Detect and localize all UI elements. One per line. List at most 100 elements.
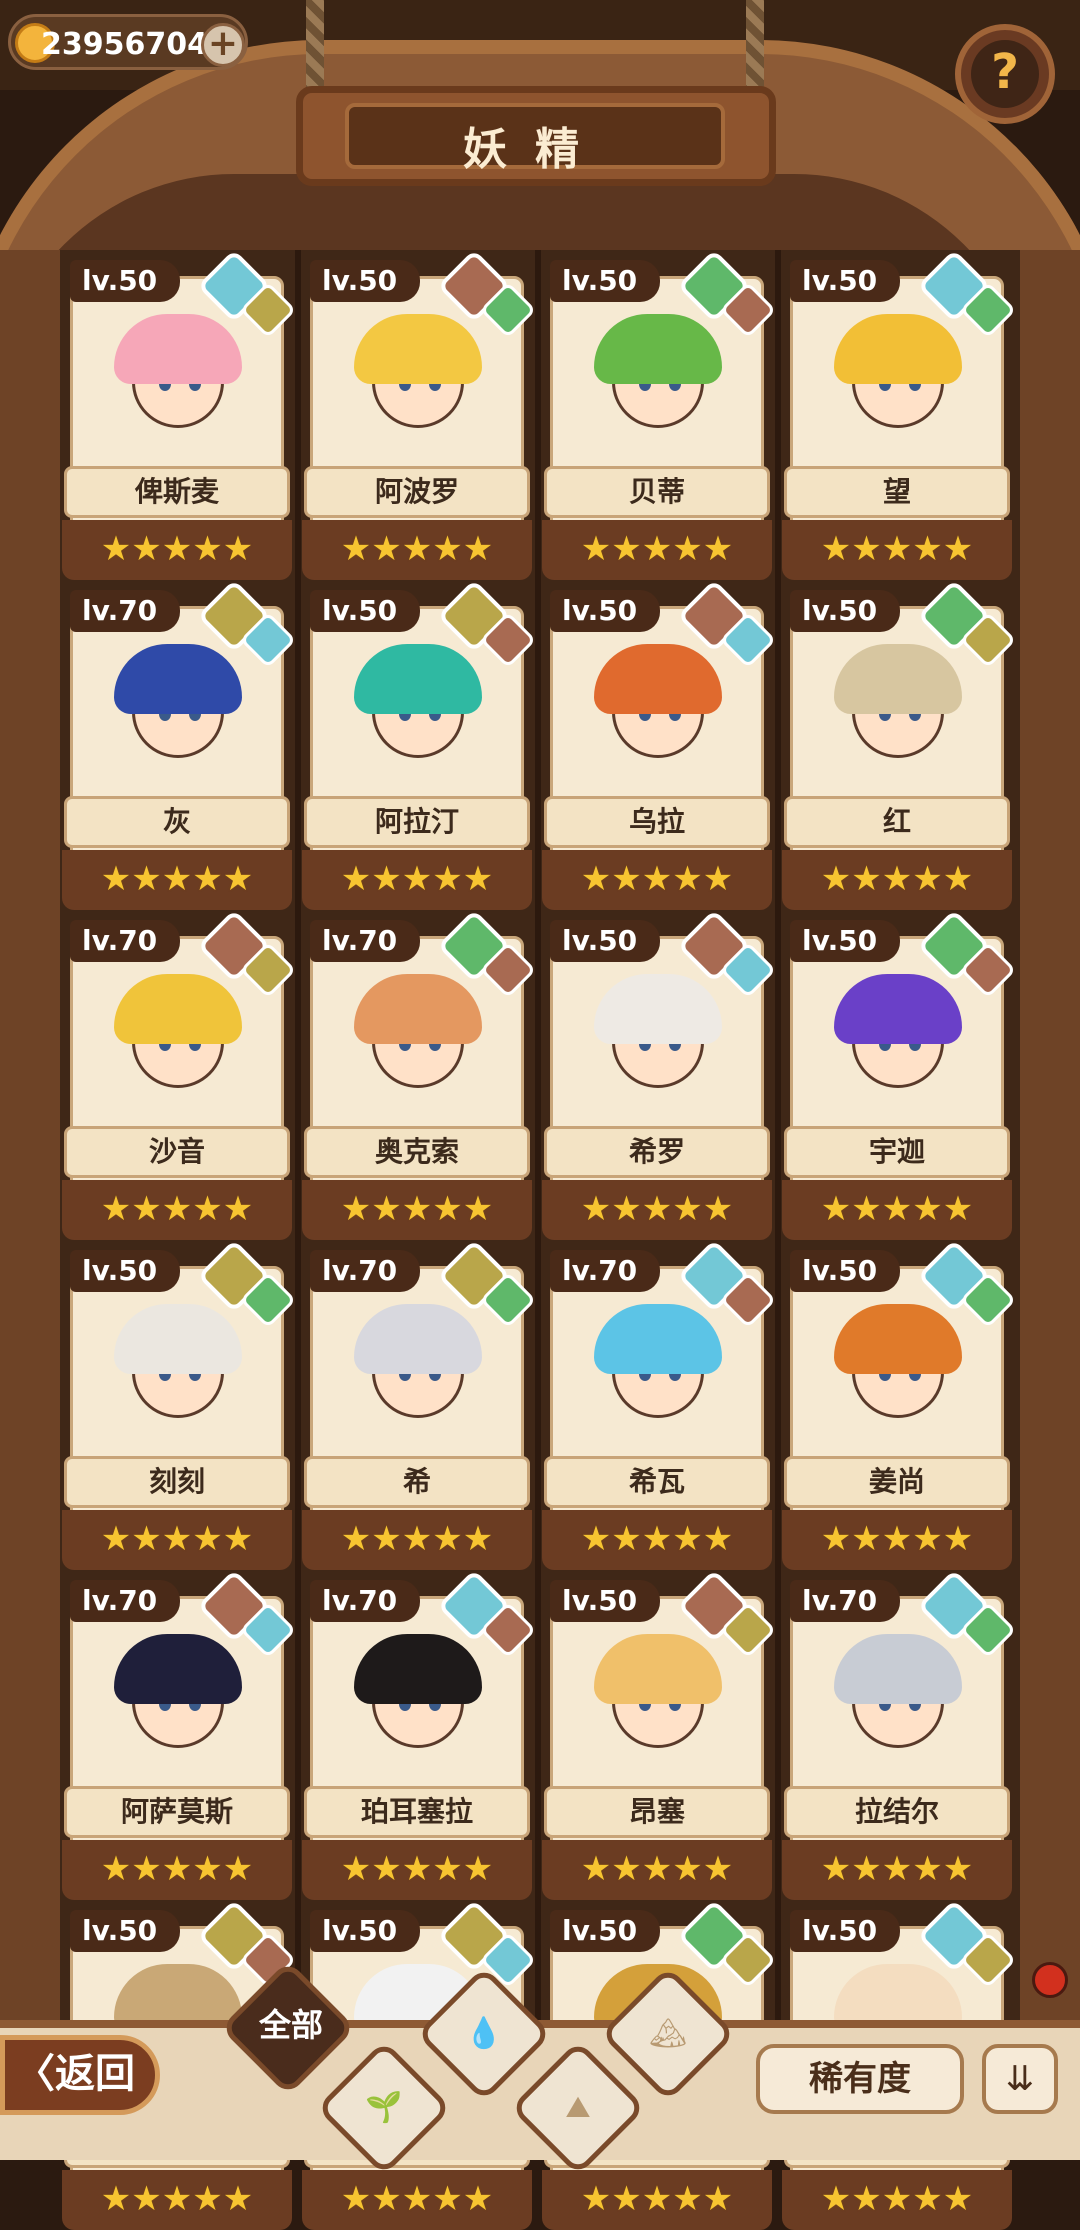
star-rating-bar: ★★★★★ [62,850,292,910]
fairy-card[interactable]: lv.50 乌拉 ★★★★★ [542,579,777,910]
star-rating-bar: ★★★★★ [62,1180,292,1240]
add-currency-button[interactable]: + [201,23,245,67]
fairy-card[interactable]: lv.70 沙音 ★★★★★ [62,909,297,1240]
character-hair [354,1304,482,1374]
fairy-name: 姜尚 [784,1456,1010,1508]
fairy-card[interactable]: lv.70 拉结尔 ★★★★★ [782,1569,1017,1900]
fairy-name: 珀耳塞拉 [304,1786,530,1838]
star-rating-bar: ★★★★★ [542,850,772,910]
level-badge: lv.50 [790,260,900,302]
star-rating-bar: ★★★★★ [302,850,532,910]
character-portrait [800,956,994,1124]
star-rating-bar: ★★★★★ [542,2170,772,2230]
filter-all-label: 全部 [258,2006,323,2044]
fairy-name: 灰 [64,796,290,848]
rarity-sort-button[interactable]: 稀有度 [756,2044,964,2114]
frame-right-post [1020,250,1080,2030]
fairy-name: 希 [304,1456,530,1508]
fairy-name: 奥克索 [304,1126,530,1178]
character-hair [114,1634,242,1704]
level-badge: lv.70 [310,920,420,962]
fairy-name: 宇迦 [784,1126,1010,1178]
character-portrait [320,626,514,794]
star-rating-bar: ★★★★★ [782,520,1012,580]
fairy-card[interactable]: lv.50 红 ★★★★★ [782,579,1017,910]
character-portrait [800,1286,994,1454]
fairy-card[interactable]: lv.70 希瓦 ★★★★★ [542,1239,777,1570]
level-badge: lv.50 [310,260,420,302]
fairy-card[interactable]: lv.50 昂塞 ★★★★★ [542,1569,777,1900]
star-rating: ★★★★★ [580,1519,734,1559]
star-rating: ★★★★★ [100,2179,254,2219]
level-badge: lv.50 [550,260,660,302]
fairy-card[interactable]: lv.50 望 ★★★★★ [782,249,1017,580]
fairy-name: 拉结尔 [784,1786,1010,1838]
level-badge: lv.50 [550,590,660,632]
fairy-name: 刻刻 [64,1456,290,1508]
fairy-card[interactable]: lv.50 宇迦 ★★★★★ [782,909,1017,1240]
fairy-name: 乌拉 [544,796,770,848]
fairy-card[interactable]: lv.50 姜尚 ★★★★★ [782,1239,1017,1570]
fairy-card[interactable]: lv.70 阿萨莫斯 ★★★★★ [62,1569,297,1900]
star-rating: ★★★★★ [820,1519,974,1559]
currency-display: 239567047 + [8,14,248,70]
help-button[interactable]: ? [955,24,1055,124]
star-rating-bar: ★★★★★ [542,1840,772,1900]
character-portrait [80,1616,274,1784]
character-hair [834,314,962,384]
character-hair [354,644,482,714]
star-rating-bar: ★★★★★ [782,1180,1012,1240]
fairy-card[interactable]: lv.50 希罗 ★★★★★ [542,909,777,1240]
level-badge: lv.70 [310,1580,420,1622]
back-button[interactable]: 〈返回 [0,2035,160,2115]
character-hair [114,644,242,714]
fairy-name: 望 [784,466,1010,518]
fairy-card[interactable]: lv.50 刻刻 ★★★★★ [62,1239,297,1570]
character-hair [834,974,962,1044]
fairy-name: 希瓦 [544,1456,770,1508]
fairy-card[interactable]: lv.50 俾斯麦 ★★★★★ [62,249,297,580]
title-plate: 妖精 [345,103,725,175]
level-badge: lv.50 [790,920,900,962]
star-rating: ★★★★★ [580,1849,734,1889]
star-rating-bar: ★★★★★ [542,520,772,580]
title-board: 妖精 [296,86,776,186]
level-badge: lv.70 [550,1250,660,1292]
level-badge: lv.50 [790,1250,900,1292]
fairy-name: 昂塞 [544,1786,770,1838]
level-badge: lv.50 [790,590,900,632]
character-portrait [560,296,754,464]
character-portrait [800,626,994,794]
fairy-card[interactable]: lv.50 阿拉汀 ★★★★★ [302,579,537,910]
level-badge: lv.70 [310,1250,420,1292]
fairy-name: 贝蒂 [544,466,770,518]
level-badge: lv.70 [790,1580,900,1622]
sort-order-button[interactable]: ⇊ [982,2044,1058,2114]
star-rating-bar: ★★★★★ [302,2170,532,2230]
star-rating-bar: ★★★★★ [542,1180,772,1240]
character-hair [834,1304,962,1374]
fairy-card[interactable]: lv.70 希 ★★★★★ [302,1239,537,1570]
frame-left-post [0,250,60,2030]
character-portrait [560,1616,754,1784]
fairy-name: 希罗 [544,1126,770,1178]
star-rating: ★★★★★ [340,859,494,899]
level-badge: lv.70 [70,1580,180,1622]
level-badge: lv.50 [310,1910,420,1952]
character-hair [594,314,722,384]
fairy-card[interactable]: lv.70 奥克索 ★★★★★ [302,909,537,1240]
character-hair [114,974,242,1044]
star-rating-bar: ★★★★★ [782,850,1012,910]
star-rating: ★★★★★ [820,2179,974,2219]
fairy-name: 红 [784,796,1010,848]
fairy-card[interactable]: lv.50 贝蒂 ★★★★★ [542,249,777,580]
level-badge: lv.70 [70,920,180,962]
character-portrait [320,1286,514,1454]
star-rating-bar: ★★★★★ [302,1510,532,1570]
fairy-card[interactable]: lv.50 阿波罗 ★★★★★ [302,249,537,580]
star-rating-bar: ★★★★★ [62,1510,292,1570]
fairy-card[interactable]: lv.70 珀耳塞拉 ★★★★★ [302,1569,537,1900]
character-hair [354,1634,482,1704]
star-rating: ★★★★★ [580,529,734,569]
fairy-card[interactable]: lv.70 灰 ★★★★★ [62,579,297,910]
